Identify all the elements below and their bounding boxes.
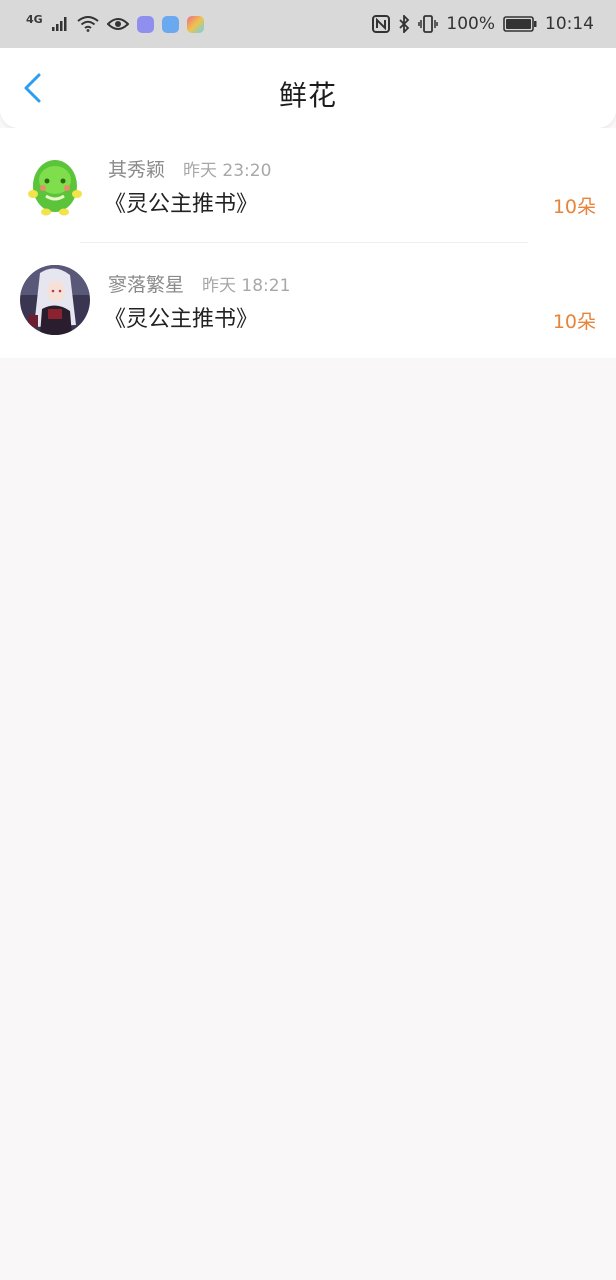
book-title: 《灵公主推书》: [104, 307, 259, 332]
vibrate-icon: [418, 15, 439, 33]
book-title: 《灵公主推书》: [104, 192, 259, 217]
list-item[interactable]: 寥落繁星 昨天 18:21 《灵公主推书》 10朵: [0, 243, 616, 358]
browser-app-icon: [161, 15, 179, 33]
flower-list: 其秀颖 昨天 23:20 《灵公主推书》 10朵 寥落繁星 昨天 18:21 《…: [0, 128, 616, 358]
green-mascot-avatar: [20, 150, 90, 220]
anime-girl-avatar: [20, 265, 90, 335]
music-app-icon: [136, 15, 154, 33]
sender-name: 其秀颖: [108, 159, 166, 181]
photos-app-icon: [186, 15, 204, 33]
flower-count: 10朵: [552, 311, 596, 333]
flower-count: 10朵: [552, 196, 596, 218]
battery-icon: [503, 16, 537, 32]
avatar[interactable]: [20, 265, 90, 335]
signal-icon: [51, 17, 67, 31]
avatar[interactable]: [20, 150, 90, 220]
eye-icon: [106, 18, 129, 30]
name-line: 寥落繁星 昨天 18:21: [108, 270, 290, 297]
page-title: 鲜花: [278, 79, 337, 112]
nfc-icon: [372, 15, 391, 33]
status-bar: 4G 100% 10:14: [0, 0, 616, 48]
timestamp: 昨天 18:21: [202, 276, 291, 296]
network-type: 4G: [26, 12, 43, 26]
list-item[interactable]: 其秀颖 昨天 23:20 《灵公主推书》 10朵: [0, 128, 616, 243]
status-right: 100% 10:14: [372, 14, 594, 34]
status-left: 4G: [26, 12, 204, 33]
bluetooth-icon: [399, 15, 410, 33]
clock: 10:14: [545, 14, 594, 34]
timestamp: 昨天 23:20: [183, 161, 272, 181]
wifi-icon: [77, 16, 99, 32]
battery-percentage: 100%: [446, 14, 495, 34]
sender-name: 寥落繁星: [108, 274, 185, 296]
app-header: 鲜花: [0, 48, 616, 128]
name-line: 其秀颖 昨天 23:20: [108, 155, 271, 182]
